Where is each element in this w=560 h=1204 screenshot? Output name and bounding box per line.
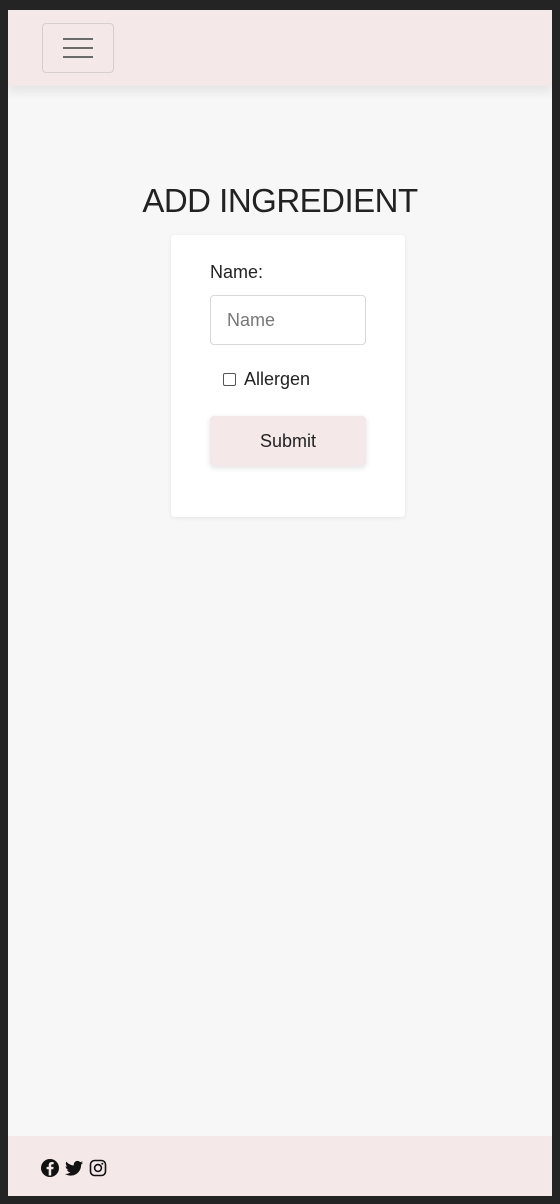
add-ingredient-form: Name: Allergen Submit: [171, 235, 405, 517]
allergen-label[interactable]: Allergen: [244, 369, 310, 390]
social-links: [40, 1158, 108, 1178]
app-frame: ADD INGREDIENT Name: Allergen Submit: [8, 10, 552, 1196]
page-title: ADD INGREDIENT: [142, 182, 418, 219]
submit-button[interactable]: Submit: [210, 416, 366, 466]
menu-toggle-button[interactable]: [42, 23, 114, 73]
navbar: [8, 10, 552, 86]
name-input[interactable]: [210, 295, 366, 345]
allergen-row: Allergen: [223, 369, 310, 390]
hamburger-bar: [63, 56, 93, 58]
name-label: Name:: [210, 262, 264, 282]
instagram-icon[interactable]: [88, 1158, 108, 1178]
allergen-checkbox[interactable]: [223, 373, 236, 386]
hamburger-bar: [63, 47, 93, 49]
twitter-icon[interactable]: [64, 1158, 84, 1178]
facebook-icon[interactable]: [40, 1158, 60, 1178]
footer: [8, 1136, 552, 1196]
hamburger-menu-icon: [63, 38, 93, 40]
